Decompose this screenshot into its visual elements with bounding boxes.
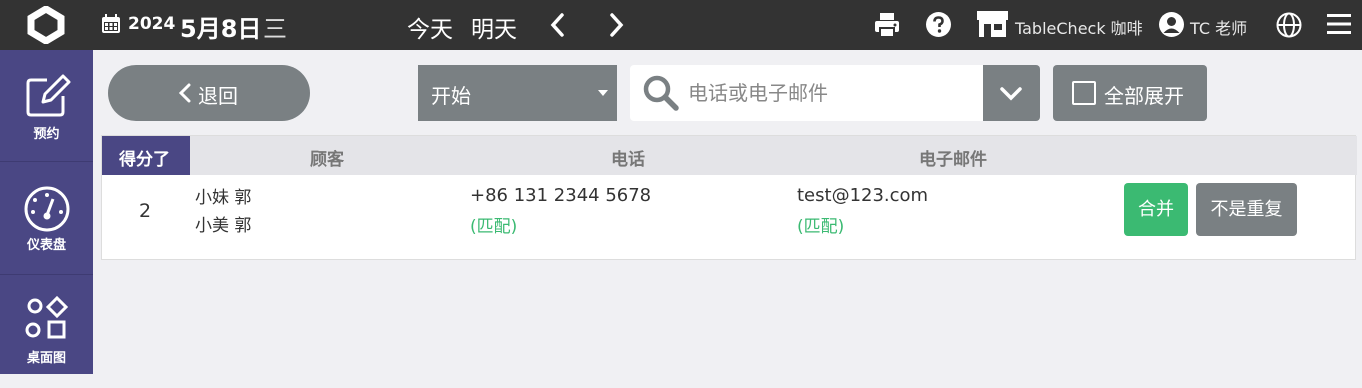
- store-name[interactable]: TableCheck 咖啡: [1015, 15, 1143, 39]
- menu-icon[interactable]: [1326, 12, 1352, 36]
- logo-icon[interactable]: [26, 6, 66, 44]
- phone-match-label: (匹配): [470, 217, 518, 237]
- chevron-left-icon: [178, 83, 191, 103]
- sidebar-item-label: 桌面图: [26, 351, 66, 366]
- email-match-label: (匹配): [797, 217, 845, 237]
- edit-icon: [26, 74, 71, 117]
- expand-all-button[interactable]: 全部展开: [1053, 65, 1207, 121]
- top-bar: 2024 5月8日 三 今天 明天 TableCheck 咖啡 TC 老师: [0, 0, 1362, 50]
- start-select[interactable]: 开始: [418, 65, 617, 121]
- expand-all-checkbox[interactable]: [1072, 81, 1096, 105]
- select-value: 开始: [431, 84, 471, 108]
- score-value: 2: [139, 200, 152, 222]
- phone-value: +86 131 2344 5678: [470, 185, 652, 206]
- column-header-customer: 顾客: [310, 150, 344, 170]
- globe-icon[interactable]: [1276, 12, 1302, 38]
- tomorrow-link[interactable]: 明天: [471, 10, 517, 44]
- today-link[interactable]: 今天: [407, 10, 453, 44]
- sidebar-item-label: 仪表盘: [26, 238, 66, 253]
- search-dropdown-button[interactable]: [983, 65, 1040, 121]
- table-header: 得分了 顾客 电话 电子邮件: [102, 136, 1357, 175]
- date-weekday[interactable]: 三: [263, 9, 287, 44]
- column-header-email: 电子邮件: [919, 150, 987, 170]
- column-header-score[interactable]: 得分了: [102, 136, 190, 175]
- print-icon[interactable]: [873, 11, 901, 39]
- column-header-phone: 电话: [611, 150, 645, 170]
- sidebar: 预约 仪表盘 桌面图: [0, 50, 93, 374]
- customer-name: 小妹 郭: [195, 188, 252, 208]
- store-icon[interactable]: [976, 10, 1009, 39]
- customer-name: 小美 郭: [195, 216, 252, 236]
- back-button[interactable]: 退回: [108, 65, 310, 121]
- sidebar-item-dashboard[interactable]: 仪表盘: [0, 163, 93, 275]
- expand-all-label: 全部展开: [1104, 84, 1184, 108]
- back-label: 退回: [198, 84, 238, 108]
- duplicates-table: 得分了 顾客 电话 电子邮件 2 小妹 郭 小美 郭 +86 131 2344 …: [101, 135, 1357, 260]
- help-icon[interactable]: [925, 11, 952, 38]
- search-input[interactable]: [688, 73, 973, 113]
- merge-button[interactable]: 合并: [1124, 183, 1188, 236]
- chevron-down-icon: [1000, 87, 1022, 101]
- search-box[interactable]: [630, 65, 983, 121]
- not-duplicate-button[interactable]: 不是重复: [1196, 183, 1297, 236]
- chevron-left-icon[interactable]: [548, 12, 566, 38]
- dashboard-icon: [24, 186, 70, 232]
- date-month-day[interactable]: 5月8日: [180, 9, 261, 44]
- sidebar-item-label: 预约: [33, 127, 60, 142]
- user-name[interactable]: TC 老师: [1190, 15, 1247, 39]
- search-icon: [643, 75, 679, 111]
- calendar-icon[interactable]: [100, 13, 122, 35]
- email-value: test@123.com: [797, 185, 929, 206]
- chevron-right-icon[interactable]: [608, 12, 626, 38]
- date-year[interactable]: 2024: [128, 14, 175, 34]
- sidebar-item-reservations[interactable]: 预约: [0, 50, 93, 162]
- caret-down-icon: [598, 90, 608, 96]
- shapes-icon: [25, 296, 69, 339]
- sidebar-item-floor-plan[interactable]: 桌面图: [0, 276, 93, 388]
- user-icon[interactable]: [1158, 11, 1185, 38]
